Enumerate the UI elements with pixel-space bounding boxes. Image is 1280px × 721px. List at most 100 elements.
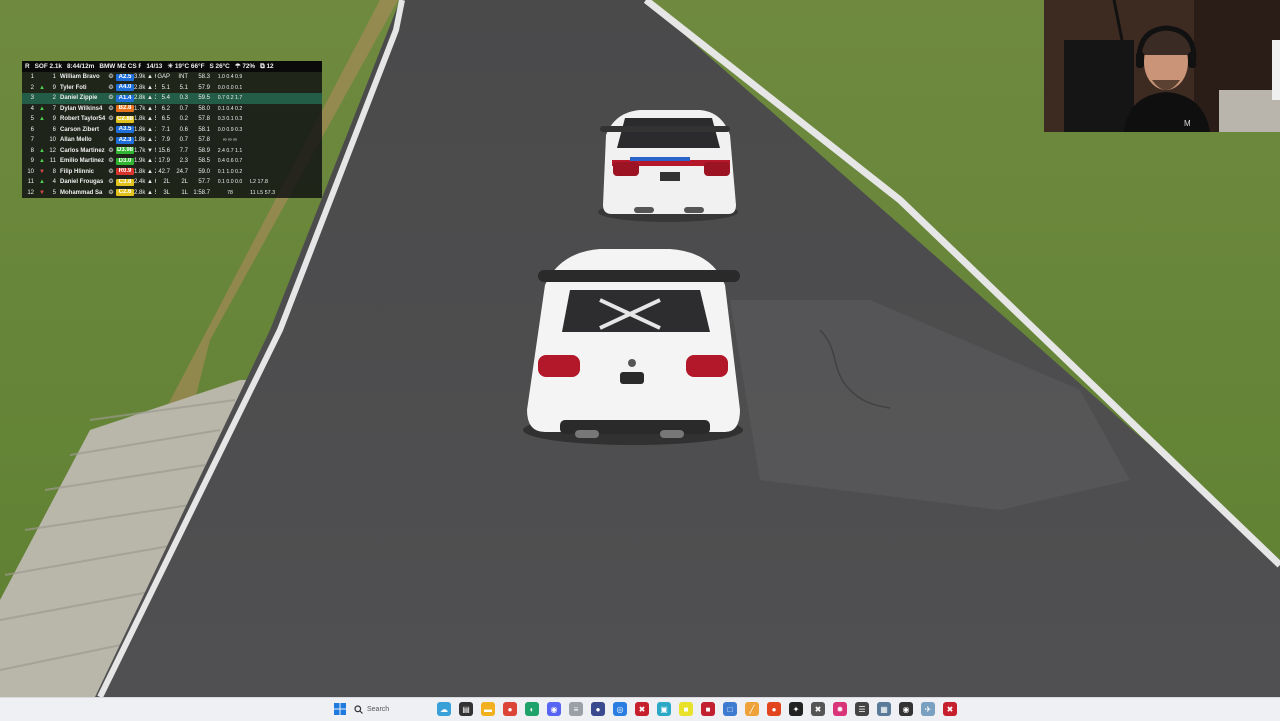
driver-name: Daniel Frougas [60,179,104,185]
license: C2.88 [116,115,134,123]
license: A3.5 [116,126,134,133]
car-number: 5 [52,189,56,196]
obs-icon[interactable]: ● [591,702,605,716]
irating: 2.8k ▲ 36 [134,95,156,101]
app13-icon[interactable]: ✈ [921,702,935,716]
position-change: ▲ [39,105,45,112]
last-lap: 57.9 [198,84,210,91]
car-number: 4 [52,179,56,185]
app7-icon[interactable]: ✦ [789,702,803,716]
folder-icon[interactable]: ▬ [481,702,495,716]
standings-row: 4 ▲ 7 Dylan Wilkins4 ❂B2.81.7k ▲ 57 6.2 0.7 58.… [22,104,322,115]
windows-start-icon[interactable] [333,702,347,716]
app-icon[interactable]: ▣ [657,702,671,716]
car-number: 2 [52,95,56,101]
car-number: 11 [49,158,56,164]
app14-icon[interactable]: ✖ [943,702,957,716]
sectors: 0.1 1.0 0.2 [217,168,243,175]
last-lap: 57.8 [198,116,210,122]
helmet-icon: ❂ [108,168,114,175]
sectors: 2.4 0.7 1.1 [217,147,243,154]
irating: 2.8k ▲ 50 [134,189,156,196]
last-lap: 57.7 [198,179,210,185]
license: A2.5 [116,73,134,81]
irating: 1.7k ▼ 9 [134,147,156,154]
position: 12 [27,189,34,196]
position: 5 [30,116,34,122]
teamspeak-icon[interactable]: ◎ [613,702,627,716]
helmet-icon: ❂ [108,147,114,154]
car-number: 12 [49,147,56,154]
taskbar-search[interactable]: Search [354,702,426,716]
last-lap: 58.5 [198,158,210,164]
sectors: ∞ ∞ ∞ [223,137,237,143]
position: 9 [30,158,34,164]
position-change: ▲ [39,116,45,122]
edge-icon[interactable]: ◐ [525,702,539,716]
race-label: R [25,63,30,70]
sof-label: SOF 2.1k [34,63,62,70]
widgets-icon[interactable]: ☁ [437,702,451,716]
car-number: 1 [52,74,56,80]
opponent-car [598,110,738,222]
file-explorer-icon[interactable]: ▤ [459,702,473,716]
position-change: ▼ [39,189,45,196]
iracing-icon[interactable]: ✖ [635,702,649,716]
license: R0.9 [116,168,134,175]
app12-icon[interactable]: ◉ [899,702,913,716]
standings-row: 2 ▲ 9 Tyler Foti ❂A4.02.8k ▲ 53 5.1 5.1 57.9 0.0… [22,83,322,94]
irating: 1.8k ▲ 3 [134,137,156,143]
chrome-icon[interactable]: ● [503,702,517,716]
discord-icon[interactable]: ◉ [547,702,561,716]
extra-info: 11 L5 57.3 [250,189,276,196]
standings-row: 10 ▼ 8 Filip Hlinnic ❂R0.91.8k ▲ 2742.7 24.7 5… [22,167,322,178]
app4-icon[interactable]: □ [723,702,737,716]
sectors: 0.4 0.6 0.7 [217,158,243,164]
position: 10 [27,168,34,175]
search-icon [354,704,363,714]
position-change [36,72,48,83]
tools-icon[interactable]: ≡ [569,702,583,716]
last-lap: 1:58.7 [193,189,210,196]
irating: 2.4k ▲ 64 [134,179,156,185]
sectors: 0.1 0.4 0.2 [217,105,243,112]
sectors: 0.1 0.0 0.0 [217,179,243,185]
session-time: 8:44/12m [66,63,95,70]
app2-icon[interactable]: ■ [679,702,693,716]
sectors: 0.0 0.9 0.3 [217,126,243,133]
helmet-icon: ❂ [108,158,114,164]
car-number: 7 [52,105,56,112]
streamer-webcam-image: M [1044,0,1280,132]
interval: 5.1 [179,84,188,91]
standings-row: 6 6 Carson Zibert ❂A3.51.8k ▲ 17 7.1 0.6 58.1 0… [22,125,322,136]
driver-name: Allan Mello [60,137,92,143]
interval: 0.6 [179,126,188,133]
player-car [523,249,743,445]
gap: 2L [163,179,170,185]
incident-count: ⧉ 12 [260,63,274,70]
standings-row: 8 ▲ 12 Carlos Martinez ❂ D3.98 1.7k ▼ 9 15.6 7.7… [22,146,322,157]
car-number: 10 [49,137,56,143]
app11-icon[interactable]: ▦ [877,702,891,716]
extra-info [250,104,276,115]
license: A4.0 [116,84,134,91]
interval: 0.2 [179,116,188,122]
sectors: 0.0 0.0 0.1 [217,84,243,91]
app3-icon[interactable]: ■ [701,702,715,716]
standings-row: 11 ▲ 4 Daniel Frougas ❂C3.82.4k ▲ 64 2L 2L 57.7… [22,177,322,188]
standings-row: 5 ▲ 9 Robert Taylor54❂C2.881.8k ▲ 55 6.5 0.2 5… [22,114,322,125]
interval: 24.7 [176,168,188,175]
app6-icon[interactable]: ● [767,702,781,716]
position-change: ▼ [39,168,45,175]
extra-info [250,72,276,83]
app9-icon[interactable]: ✹ [833,702,847,716]
app10-icon[interactable]: ☰ [855,702,869,716]
helmet-icon: ❂ [108,179,114,185]
app8-icon[interactable]: ✖ [811,702,825,716]
app5-icon[interactable]: ╱ [745,702,759,716]
position-change: ▲ [39,179,45,185]
helmet-icon: ❂ [108,74,114,80]
webcam-feed: M [1044,0,1280,132]
interval: 0.7 [179,137,188,143]
helmet-icon: ❂ [108,84,114,91]
